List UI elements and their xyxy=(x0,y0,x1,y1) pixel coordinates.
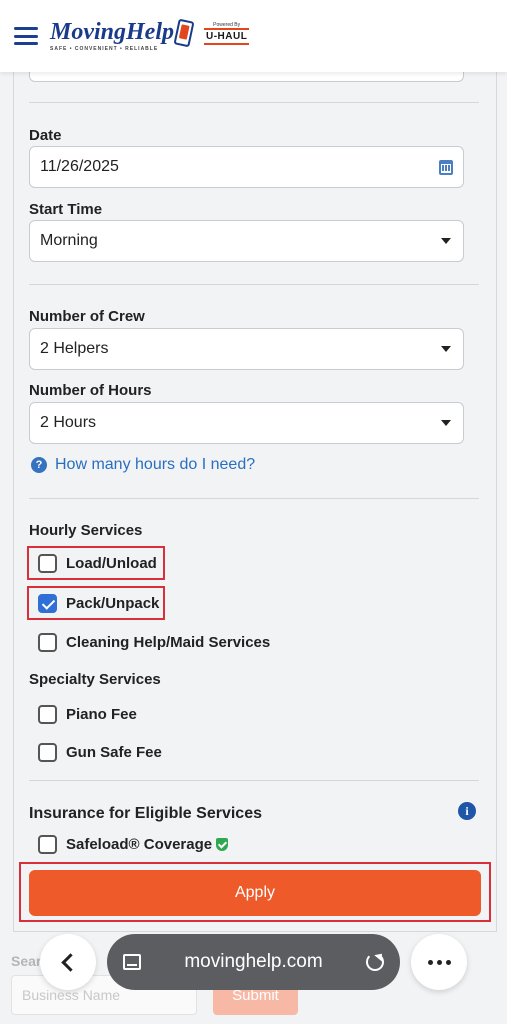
pack-unpack-checkbox[interactable]: Pack/Unpack xyxy=(38,594,159,613)
piano-fee-checkbox[interactable]: Piano Fee xyxy=(38,705,137,724)
checkbox-label: Pack/Unpack xyxy=(66,595,160,612)
phone-icon xyxy=(173,18,195,48)
info-icon[interactable]: i xyxy=(458,802,476,820)
help-link-text: How many hours do I need? xyxy=(55,456,256,473)
checkbox-label: Gun Safe Fee xyxy=(66,744,162,761)
checkbox-unchecked[interactable] xyxy=(38,835,57,854)
chevron-left-icon xyxy=(61,952,80,972)
checkbox-label: Cleaning Help/Maid Services xyxy=(66,634,271,651)
hours-label: Number of Hours xyxy=(29,382,152,399)
url-text: movinghelp.com xyxy=(184,951,323,972)
apply-button[interactable]: Apply xyxy=(29,870,481,916)
hours-value: 2 Hours xyxy=(40,414,97,431)
chevron-down-icon xyxy=(441,238,451,244)
load-unload-checkbox[interactable]: Load/Unload xyxy=(38,554,157,573)
how-many-hours-link[interactable]: ? How many hours do I need? xyxy=(31,456,255,474)
chevron-down-icon xyxy=(441,420,451,426)
crew-label: Number of Crew xyxy=(29,308,145,325)
start-time-value: Morning xyxy=(40,232,98,249)
date-label: Date xyxy=(29,127,62,144)
safeload-checkbox[interactable]: Safeload® Coverage xyxy=(38,835,229,854)
logo-word: MovingHelp xyxy=(50,19,174,45)
hamburger-menu-icon[interactable] xyxy=(14,27,38,45)
gun-safe-fee-checkbox[interactable]: Gun Safe Fee xyxy=(38,743,162,762)
powered-by-uhaul: Powered By U-HAUL xyxy=(204,22,250,45)
back-button[interactable] xyxy=(40,934,96,990)
crew-select[interactable]: 2 Helpers xyxy=(29,328,464,370)
checkbox-unchecked[interactable] xyxy=(38,705,57,724)
more-dots-icon xyxy=(427,959,451,965)
checkbox-checked[interactable] xyxy=(38,594,57,613)
divider xyxy=(29,780,479,781)
insurance-label: Insurance for Eligible Services xyxy=(29,805,262,822)
divider xyxy=(29,102,479,103)
search-label: Sear xyxy=(11,953,42,969)
checkbox-unchecked[interactable] xyxy=(38,633,57,652)
checkbox-unchecked[interactable] xyxy=(38,743,57,762)
question-icon: ? xyxy=(31,457,47,473)
start-time-label: Start Time xyxy=(29,201,103,218)
checkbox-label: Load/Unload xyxy=(66,555,157,572)
page-info-icon[interactable] xyxy=(123,954,141,970)
hourly-services-label: Hourly Services xyxy=(29,522,143,539)
specialty-services-label: Specialty Services xyxy=(29,671,161,688)
divider xyxy=(29,498,479,499)
chevron-down-icon xyxy=(441,346,451,352)
checkbox-label: Piano Fee xyxy=(66,706,137,723)
address-bar[interactable]: movinghelp.com xyxy=(107,934,400,990)
date-input[interactable]: 11/26/2025 xyxy=(29,146,464,188)
start-time-select[interactable]: Morning xyxy=(29,220,464,262)
cleaning-help-checkbox[interactable]: Cleaning Help/Maid Services xyxy=(38,633,270,652)
crew-value: 2 Helpers xyxy=(40,340,109,357)
checkbox-unchecked[interactable] xyxy=(38,554,57,573)
movinghelp-logo[interactable]: MovingHelp SAFE • CONVENIENT • RELIABLE … xyxy=(50,18,250,52)
divider xyxy=(29,284,479,285)
logo-tagline: SAFE • CONVENIENT • RELIABLE xyxy=(50,46,159,52)
service-form-card: Date 11/26/2025 Start Time Morning Numbe… xyxy=(13,60,497,932)
calendar-icon[interactable] xyxy=(439,160,453,175)
uhaul-logo: U-HAUL xyxy=(204,28,250,45)
site-header: MovingHelp SAFE • CONVENIENT • RELIABLE … xyxy=(0,0,507,72)
checkbox-label: Safeload® Coverage xyxy=(66,836,213,853)
shield-check-icon xyxy=(216,838,229,851)
hours-select[interactable]: 2 Hours xyxy=(29,402,464,444)
more-options-button[interactable] xyxy=(411,934,467,990)
date-value: 11/26/2025 xyxy=(40,158,119,175)
reload-icon[interactable] xyxy=(366,953,384,971)
